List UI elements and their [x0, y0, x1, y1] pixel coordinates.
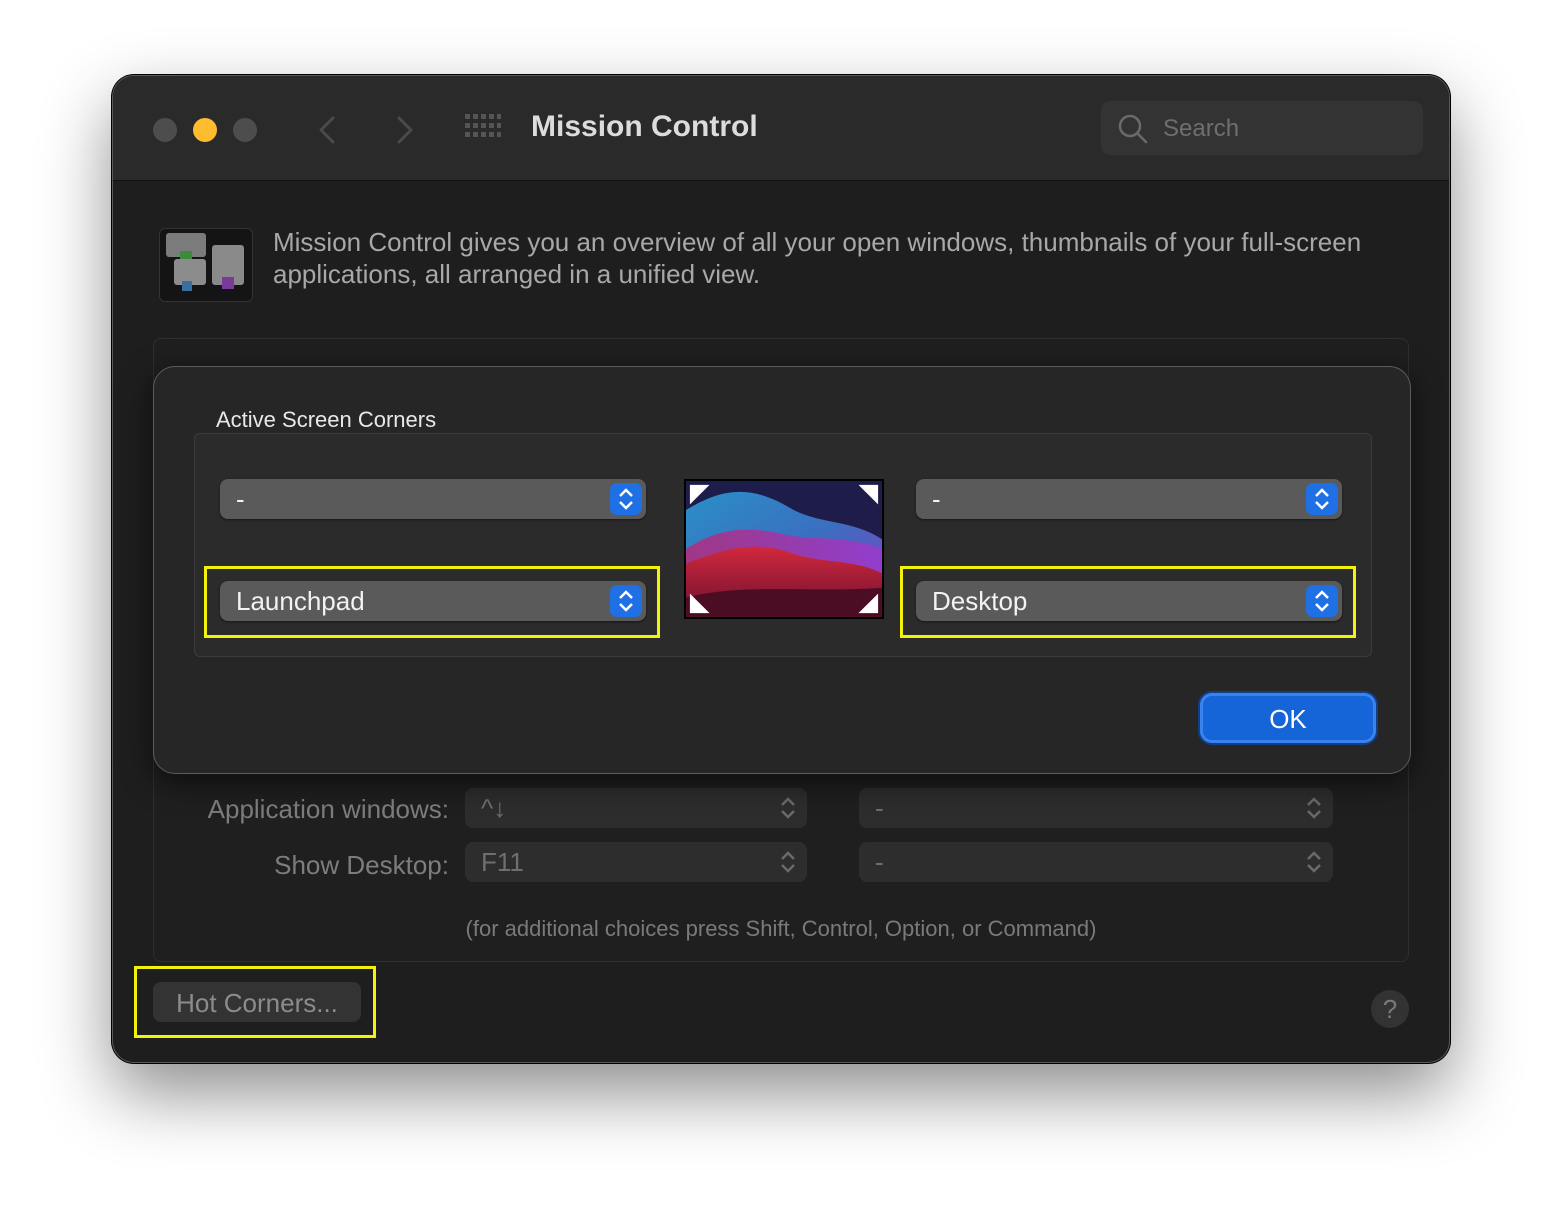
chevron-updown-icon	[1307, 797, 1321, 819]
chevron-updown-icon	[781, 851, 795, 873]
screen-preview-image	[684, 479, 884, 619]
question-icon: ?	[1382, 994, 1398, 1024]
show-all-button[interactable]	[465, 114, 501, 144]
system-preferences-window: Mission Control Mission Control gives yo…	[112, 75, 1450, 1063]
zoom-window-button[interactable]	[233, 118, 257, 142]
back-button[interactable]	[309, 110, 349, 150]
application-windows-label: Application windows:	[207, 794, 449, 824]
title-bar: Mission Control	[113, 76, 1449, 181]
stepper-icon	[1306, 483, 1338, 515]
search-icon	[1118, 114, 1148, 144]
show-desktop-key-value: F11	[481, 847, 524, 877]
application-windows-key-select[interactable]: ^↓	[465, 788, 807, 828]
application-windows-key-value: ^↓	[481, 793, 507, 823]
sheet-title: Active Screen Corners	[216, 407, 437, 432]
back-arrow-icon	[319, 116, 335, 144]
top-right-corner-select[interactable]: -	[916, 479, 1342, 519]
show-desktop-key-select[interactable]: F11	[465, 842, 807, 882]
preference-description: Mission Control gives you an overview of…	[273, 227, 1362, 289]
window-title: Mission Control	[531, 110, 758, 143]
modifier-hint: (for additional choices press Shift, Con…	[465, 916, 1097, 941]
top-right-corner-value: -	[932, 484, 941, 514]
show-desktop-label: Show Desktop:	[274, 850, 449, 880]
bottom-left-highlight	[204, 566, 660, 638]
active-screen-corners-sheet: Active Screen Corners - - Launchpad Desk…	[153, 366, 1411, 774]
show-desktop-mouse-value: -	[875, 847, 884, 877]
top-left-corner-select[interactable]: -	[220, 479, 646, 519]
bottom-right-highlight	[900, 566, 1356, 638]
hot-corners-highlight	[134, 966, 376, 1038]
application-windows-mouse-value: -	[875, 793, 884, 823]
chevron-updown-icon	[1307, 851, 1321, 873]
forward-button[interactable]	[383, 110, 423, 150]
top-left-corner-value: -	[236, 484, 245, 514]
forward-arrow-icon	[397, 116, 413, 144]
close-window-button[interactable]	[153, 118, 177, 142]
search-field[interactable]	[1101, 101, 1423, 155]
stepper-icon	[610, 483, 642, 515]
help-button[interactable]: ?	[1371, 990, 1409, 1028]
show-desktop-mouse-select[interactable]: -	[859, 842, 1333, 882]
grid-icon	[465, 114, 501, 137]
minimize-window-button[interactable]	[193, 118, 217, 142]
mission-control-icon	[159, 228, 253, 302]
chevron-updown-icon	[781, 797, 795, 819]
search-input[interactable]	[1161, 111, 1405, 147]
application-windows-mouse-select[interactable]: -	[859, 788, 1333, 828]
ok-button[interactable]: OK	[1200, 693, 1376, 743]
